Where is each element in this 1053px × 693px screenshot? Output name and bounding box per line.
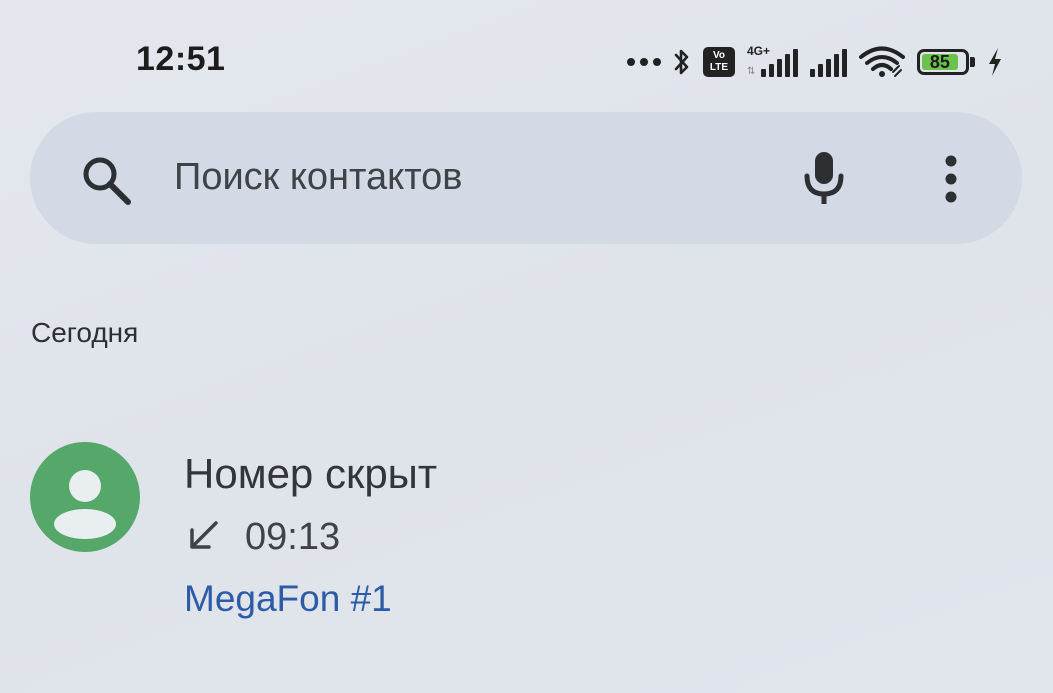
battery-body: 85 [917,49,969,75]
signal-icon [810,47,847,77]
mic-icon[interactable] [800,148,848,208]
data-arrows-icon: ⇅ [747,66,756,77]
section-header-today: Сегодня [31,317,139,348]
sim-label: MegaFon #1 [184,578,392,619]
volte-icon: Vo LTE [703,47,735,77]
wifi-icon [859,46,905,77]
charging-icon [989,48,1001,76]
search-input[interactable]: Поиск контактов [174,156,463,199]
call-time: 09:13 [245,516,341,558]
search-icon[interactable] [78,152,134,208]
network-type-label: 4G+ [747,44,771,58]
volte-bottom-label: LTE [709,62,729,73]
call-list-item[interactable]: Номер скрыт 09:13 MegaFon #1 [0,430,1053,620]
volte-top-label: Vo [712,50,726,61]
more-vert-icon[interactable] [935,154,967,204]
signal-4g-icon: 4G+ ⇅ [747,44,798,77]
battery-icon: 85 [917,49,975,75]
status-clock: 12:51 [136,40,226,78]
status-icons: Vo LTE 4G+ ⇅ 85 [627,42,1003,82]
caller-name: Номер скрыт [184,450,438,497]
more-dots-icon [627,58,661,66]
status-bar: 12:51 Vo LTE 4G+ ⇅ 85 [0,0,1053,110]
avatar[interactable] [30,442,140,552]
battery-level: 85 [922,52,958,72]
call-received-icon [190,521,218,549]
person-icon [54,470,116,539]
bluetooth-icon [674,49,689,75]
